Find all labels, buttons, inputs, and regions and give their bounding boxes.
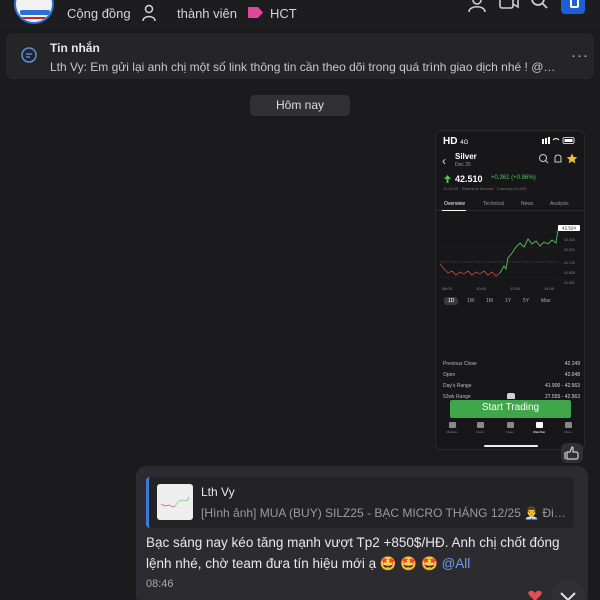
tab-analysis: Analysis <box>550 201 569 207</box>
pinned-text: Lth Vy: Em gửi lại anh chị một số link t… <box>50 60 560 74</box>
time-label: 12:00 <box>510 286 521 291</box>
quoted-text: [Hình ảnh] MUA (BUY) SILZ25 - BẠC MICRO … <box>201 506 571 520</box>
up-arrow-icon <box>444 175 451 183</box>
tag-icon <box>248 7 263 18</box>
pinned-more-button[interactable]: ··· <box>571 47 589 64</box>
home-indicator <box>484 445 538 447</box>
quoted-author: Lth Vy <box>201 485 235 499</box>
pinned-message[interactable]: Tin nhắn Lth Vy: Em gửi lại anh chị một … <box>6 33 594 79</box>
pinned-title: Tin nhắn <box>50 41 100 55</box>
price-chart: 42.524 42.323 42.222 41.743 41.628 41.92… <box>440 225 580 285</box>
reply-message[interactable]: Lth Vy [Hình ảnh] MUA (BUY) SILZ25 - BẠC… <box>136 466 588 600</box>
instrument-subtitle: Dec 25 <box>455 162 471 168</box>
group-avatar[interactable] <box>14 0 54 24</box>
nav-watchlist: Watchlist <box>529 422 549 434</box>
range-1w: 1W <box>467 298 475 304</box>
instrument-tabs: Overview Technical News Analysis <box>436 199 584 211</box>
image-message[interactable]: HD 4G ‹ Silver Dec 25 42.510 +0.361 (+0.… <box>435 130 585 450</box>
tag-label[interactable]: HCT <box>270 6 297 21</box>
chat-bubble-icon <box>21 47 37 63</box>
search-icon[interactable] <box>529 0 551 14</box>
video-call-icon[interactable] <box>498 0 520 14</box>
range-1y: 1Y <box>505 298 512 304</box>
instrument-title: Silver <box>455 152 477 161</box>
quoted-image-thumbnail <box>157 484 193 520</box>
svg-text:42.323: 42.323 <box>564 238 575 242</box>
range-1m: 1M <box>486 298 493 304</box>
member-label[interactable]: thành viên <box>177 6 237 21</box>
tab-news: News <box>521 201 534 207</box>
range-1d: 1D <box>444 297 459 305</box>
person-icon <box>142 4 156 22</box>
date-divider: Hôm nay <box>250 95 350 116</box>
chat-header: Cộng đồng thành viên HCT <box>0 0 600 28</box>
status-brand: HD 4G <box>443 136 469 147</box>
avatar-logo-stripe <box>20 10 50 15</box>
range-selector: 1D 1W 1M 1Y 5Y Max <box>440 297 582 307</box>
mention-all[interactable]: @All <box>442 556 471 571</box>
stat-row: Previous Close 42.149 <box>443 361 580 367</box>
svg-text:41.628: 41.628 <box>564 271 575 275</box>
like-button[interactable] <box>561 443 583 463</box>
time-axis: 08:00 10:00 12:00 14:00 <box>440 286 582 294</box>
tab-technical: Technical <box>483 201 504 207</box>
svg-text:42.222: 42.222 <box>564 248 575 252</box>
start-trading-button: Start Trading <box>450 400 571 418</box>
range-5y: 5Y <box>523 298 530 304</box>
message-time: 08:46 <box>146 578 174 590</box>
svg-text:41.743: 41.743 <box>564 261 575 265</box>
collapse-handle <box>507 393 515 399</box>
panel-icon <box>570 0 579 8</box>
quoted-message[interactable]: Lth Vy [Hình ảnh] MUA (BUY) SILZ25 - BẠC… <box>146 477 574 528</box>
nav-ideas: Ideas <box>500 422 520 434</box>
time-label: 10:00 <box>476 286 487 291</box>
range-max: Max <box>541 298 551 304</box>
message-body: Bạc sáng nay kéo tăng mạnh vượt Tp2 +850… <box>146 535 560 571</box>
tab-underline <box>442 210 466 211</box>
back-icon: ‹ <box>442 154 446 168</box>
nav-markets: Markets <box>442 422 462 434</box>
svg-text:41.921: 41.921 <box>564 281 575 285</box>
scroll-to-bottom-button[interactable] <box>551 580 585 600</box>
community-label[interactable]: Cộng đồng <box>67 6 131 21</box>
nav-news: News <box>470 422 490 434</box>
toolbar-icons <box>539 153 578 164</box>
price-meta: 11:44:23 · Real-time derived · Currency … <box>443 186 527 191</box>
current-price: 42.510 <box>455 174 483 184</box>
price-change: +0.361 (+0.86%) <box>491 175 536 181</box>
chevron-down-icon <box>560 592 576 600</box>
tab-overview: Overview <box>444 201 465 207</box>
reaction-heart-icon[interactable] <box>527 590 543 600</box>
price-tag: 42.524 <box>562 226 576 231</box>
bottom-nav: Markets News Ideas Watchlist More <box>436 420 584 440</box>
nav-more: More <box>558 422 578 434</box>
group-members-icon[interactable] <box>466 0 488 14</box>
avatar-logo-text <box>22 17 50 19</box>
time-label: 08:00 <box>442 286 453 291</box>
sidebar-toggle-button[interactable] <box>561 0 585 14</box>
battery-icon <box>542 137 575 144</box>
stat-row: Open 42.048 <box>443 372 580 378</box>
time-label: 14:00 <box>544 286 555 291</box>
thumbs-up-icon <box>564 446 579 460</box>
